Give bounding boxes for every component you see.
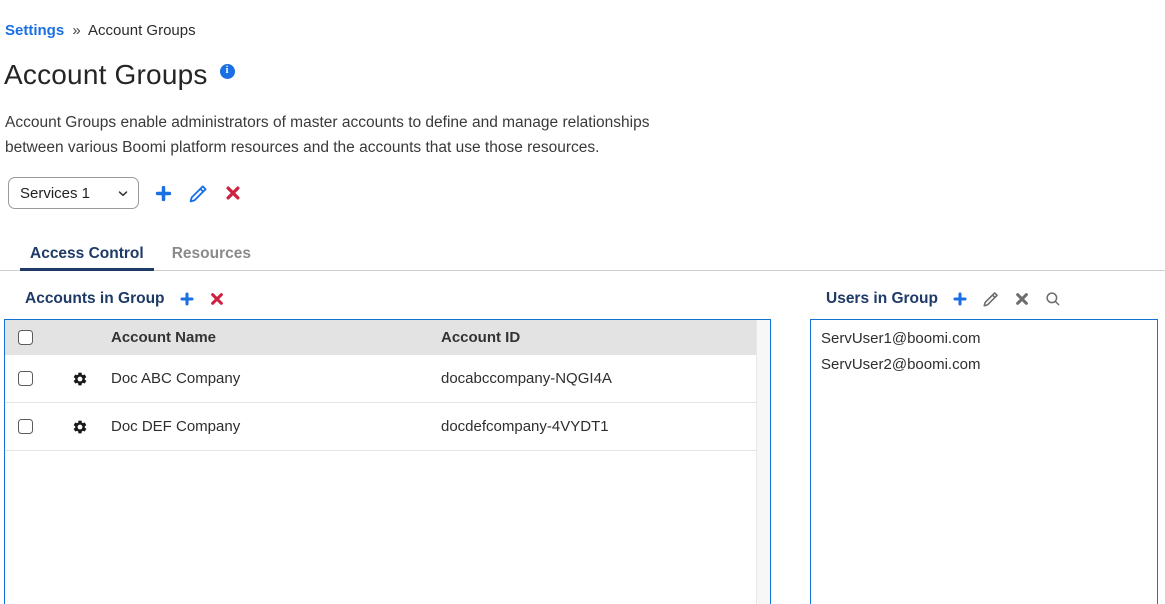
delete-group-button[interactable] (224, 184, 242, 202)
users-panel-header: Users in Group (826, 290, 1062, 308)
account-id: docabccompany-NQGI4A (441, 370, 756, 387)
x-icon (224, 184, 242, 202)
remove-account-button[interactable] (209, 291, 225, 307)
magnifier-icon (1044, 290, 1062, 308)
remove-user-button[interactable] (1014, 291, 1030, 307)
add-group-button[interactable] (154, 184, 173, 203)
table-row[interactable]: Doc DEF Company docdefcompany-4VYDT1 (5, 403, 756, 451)
account-name: Doc DEF Company (111, 418, 441, 435)
accounts-table-header-row: Account Name Account ID (5, 320, 756, 355)
panel-area: Accounts in Group Account Name Account I… (0, 271, 1165, 604)
account-name: Doc ABC Company (111, 370, 441, 387)
tab-resources[interactable]: Resources (162, 246, 261, 270)
breadcrumb-current: Account Groups (88, 22, 196, 39)
group-select[interactable]: Services 1 (8, 177, 139, 209)
row-checkbox[interactable] (18, 371, 33, 386)
search-users-button[interactable] (1044, 290, 1062, 308)
breadcrumb-separator: » (72, 22, 80, 39)
pencil-icon (188, 183, 209, 204)
page-description: Account Groups enable administrators of … (5, 111, 765, 160)
row-checkbox[interactable] (18, 419, 33, 434)
pencil-icon (982, 290, 1000, 308)
select-all-checkbox[interactable] (18, 330, 33, 345)
tab-bar: Access Control Resources (0, 246, 1165, 271)
page-title: Account Groups (4, 55, 208, 95)
list-item[interactable]: ServUser1@boomi.com (811, 326, 1157, 352)
tab-access-control[interactable]: Access Control (20, 246, 154, 270)
edit-group-button[interactable] (188, 183, 209, 204)
x-icon (209, 291, 225, 307)
group-selector-row: Services 1 (8, 177, 1165, 209)
add-user-button[interactable] (952, 291, 968, 307)
gear-icon (72, 371, 88, 387)
gear-icon (72, 419, 88, 435)
accounts-panel-header: Accounts in Group (25, 290, 225, 308)
plus-icon (154, 184, 173, 203)
table-scrollbar[interactable] (756, 320, 770, 604)
table-row[interactable]: Doc ABC Company docabccompany-NQGI4A (5, 355, 756, 403)
add-account-button[interactable] (179, 291, 195, 307)
plus-icon (952, 291, 968, 307)
accounts-table-body: Account Name Account ID Doc ABC Company … (5, 320, 756, 451)
group-select-wrap: Services 1 (8, 177, 139, 209)
users-list: ServUser1@boomi.com ServUser2@boomi.com (810, 319, 1158, 604)
column-header-account-name[interactable]: Account Name (111, 329, 441, 346)
info-icon[interactable]: i (220, 64, 235, 79)
breadcrumb: Settings » Account Groups (0, 0, 1165, 39)
list-item[interactable]: ServUser2@boomi.com (811, 352, 1157, 378)
column-header-account-id[interactable]: Account ID (441, 329, 756, 346)
account-id: docdefcompany-4VYDT1 (441, 418, 756, 435)
x-icon (1014, 291, 1030, 307)
breadcrumb-settings-link[interactable]: Settings (5, 22, 64, 39)
users-panel-title: Users in Group (826, 290, 938, 308)
accounts-panel-title: Accounts in Group (25, 290, 165, 308)
accounts-table: Account Name Account ID Doc ABC Company … (4, 319, 771, 604)
page-title-row: Account Groups i (4, 55, 1165, 95)
edit-user-button[interactable] (982, 290, 1000, 308)
plus-icon (179, 291, 195, 307)
